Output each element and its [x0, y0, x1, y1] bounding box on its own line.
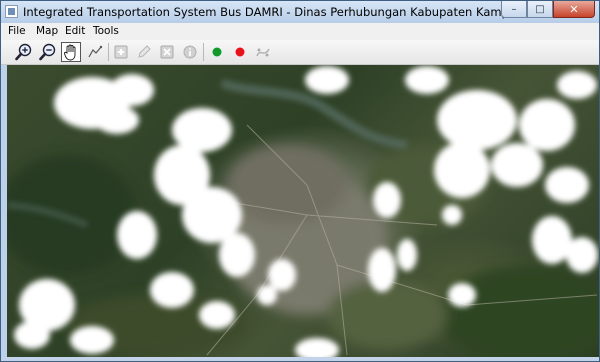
- toolbar: [1, 40, 599, 65]
- zoom-out-button[interactable]: [38, 42, 58, 62]
- satellite-map[interactable]: [7, 65, 599, 357]
- info-icon: [183, 45, 197, 59]
- add-icon: [114, 45, 128, 59]
- info-button[interactable]: [180, 42, 200, 62]
- satellite-image: [7, 66, 599, 357]
- delete-icon: [160, 45, 174, 59]
- zoom-in-button[interactable]: [14, 42, 34, 62]
- minimize-button[interactable]: –: [501, 1, 527, 18]
- window-title: Integrated Transportation System Bus DAM…: [23, 5, 521, 19]
- app-window: Integrated Transportation System Bus DAM…: [0, 0, 600, 362]
- red-dot-icon: [235, 47, 245, 57]
- pan-button[interactable]: [61, 42, 81, 62]
- menu-bar: File Map Edit Tools: [1, 23, 599, 40]
- polyline-icon: [88, 45, 103, 58]
- app-icon: [5, 5, 18, 18]
- add-button[interactable]: [111, 42, 131, 62]
- menu-edit[interactable]: Edit: [65, 25, 85, 37]
- title-bar[interactable]: Integrated Transportation System Bus DAM…: [1, 1, 599, 23]
- menu-map[interactable]: Map: [36, 25, 58, 37]
- pan-hand-icon: [64, 44, 76, 60]
- green-dot-icon: [212, 47, 222, 57]
- toolbar-separator: [203, 43, 204, 61]
- edit-pencil-icon: [138, 45, 151, 58]
- green-marker-button[interactable]: [207, 42, 227, 62]
- red-marker-button[interactable]: [230, 42, 250, 62]
- menu-file[interactable]: File: [8, 25, 26, 37]
- edit-button[interactable]: [134, 42, 154, 62]
- status-bar: [1, 357, 599, 361]
- menu-tools[interactable]: Tools: [93, 25, 119, 37]
- delete-button[interactable]: [157, 42, 177, 62]
- zoom-out-icon: [39, 43, 56, 61]
- toolbar-separator: [108, 43, 109, 61]
- polyline-button[interactable]: [85, 42, 105, 62]
- close-button[interactable]: ✕: [553, 1, 595, 18]
- maximize-button[interactable]: □: [527, 1, 553, 18]
- route-button[interactable]: [253, 42, 273, 62]
- route-icon: [256, 48, 270, 57]
- zoom-in-icon: [15, 43, 32, 61]
- window-controls: – □ ✕: [501, 1, 595, 19]
